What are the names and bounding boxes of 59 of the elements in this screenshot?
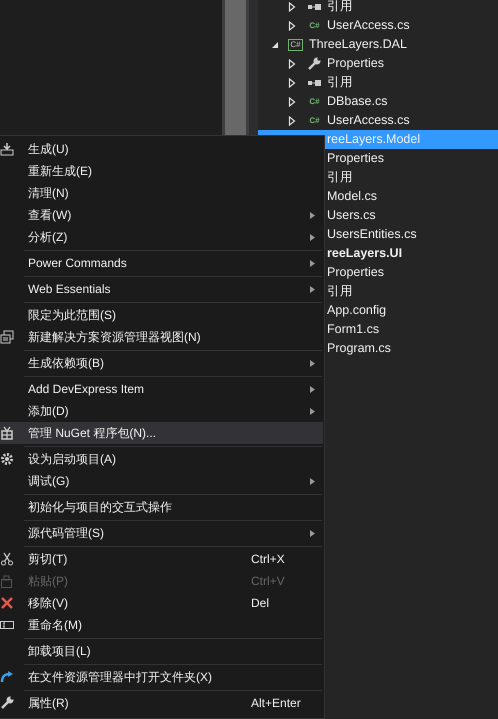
tree-item[interactable]: UserAccess.cs [327,111,410,130]
menu-item[interactable]: 新建解决方案资源管理器视图(N) [0,326,323,348]
menu-item[interactable]: 分析(Z) [0,226,323,248]
tree-item[interactable]: DBbase.cs [327,92,388,111]
menu-item[interactable]: 生成依赖项(B) [0,352,323,374]
menu-item[interactable]: 添加(D) [0,400,323,422]
package-icon [0,426,14,440]
tree-item[interactable]: App.config [327,301,386,320]
csharp-file-icon: C# [309,116,320,124]
tree-item[interactable]: 引用 [327,73,353,92]
tree-item[interactable]: 引用 [327,0,353,16]
menu-item[interactable]: 在文件资源管理器中打开文件夹(X) [0,666,323,688]
menu-item[interactable]: 查看(W) [0,204,323,226]
gear-icon [0,452,14,466]
csharp-file-icon: C# [309,22,320,30]
menu-item[interactable]: 清理(N) [0,182,323,204]
menu-item[interactable]: 初始化与项目的交互式操作 [0,496,323,518]
menu-item[interactable]: 重命名(M) [0,614,323,636]
menu-item[interactable]: 管理 NuGet 程序包(N)... [0,422,323,444]
project-name: ThreeLayers.DAL [309,36,407,54]
clipboard-icon [0,574,14,588]
tree-item[interactable]: 引用 [327,282,353,301]
shortcut-label: Del [251,595,270,612]
close-icon [0,596,14,610]
menu-item[interactable]: 源代码管理(S) [0,522,323,544]
shortcut-label: Ctrl+V [251,573,285,590]
shortcut-label: Ctrl+X [251,551,285,568]
csharp-project-icon: C# [288,38,303,50]
menu-item[interactable]: Web Essentials [0,278,323,300]
menu-item[interactable]: 调试(G) [0,470,323,492]
tree-item[interactable]: Form1.cs [327,320,380,339]
menu-item[interactable]: Add DevExpress Item [0,378,323,400]
tree-row[interactable]: C# ThreeLayers.DAL [258,35,498,54]
shortcut-label: Alt+Enter [251,695,301,712]
menu-item[interactable]: 剪切(T) Ctrl+X [0,548,323,570]
menu-item[interactable]: 属性(R) Alt+Enter [0,692,323,714]
menu-item[interactable]: 重新生成(E) [0,160,323,182]
project-name: reeLayers.Model [327,131,420,148]
tree-item[interactable]: UsersEntities.cs [327,225,417,244]
rename-field-icon [0,618,14,632]
tree-item[interactable]: 引用 [327,168,353,187]
wrench-icon [307,57,322,70]
menu-item[interactable]: 卸载项目(L) [0,640,323,662]
menu-item[interactable]: 设为启动项目(A) [0,448,323,470]
tree-item[interactable]: UserAccess.cs [327,16,410,35]
tree-item[interactable]: Users.cs [327,206,376,225]
csharp-file-icon: C# [309,98,320,106]
curved-arrow-icon [0,670,14,684]
build-icon [0,142,14,156]
scissors-icon [0,552,14,566]
tree-item[interactable]: Program.cs [327,339,391,358]
tree-item[interactable]: Properties [327,54,384,73]
menu-item[interactable]: 限定为此范围(S) [0,304,323,326]
menu-item[interactable]: 移除(V) Del [0,592,323,614]
tree-item[interactable]: Properties [327,263,384,282]
tree-item[interactable]: Properties [327,149,384,168]
menu-item[interactable]: Power Commands [0,252,323,274]
tree-item[interactable]: Model.cs [327,187,378,206]
project-name: reeLayers.UI [327,245,402,262]
